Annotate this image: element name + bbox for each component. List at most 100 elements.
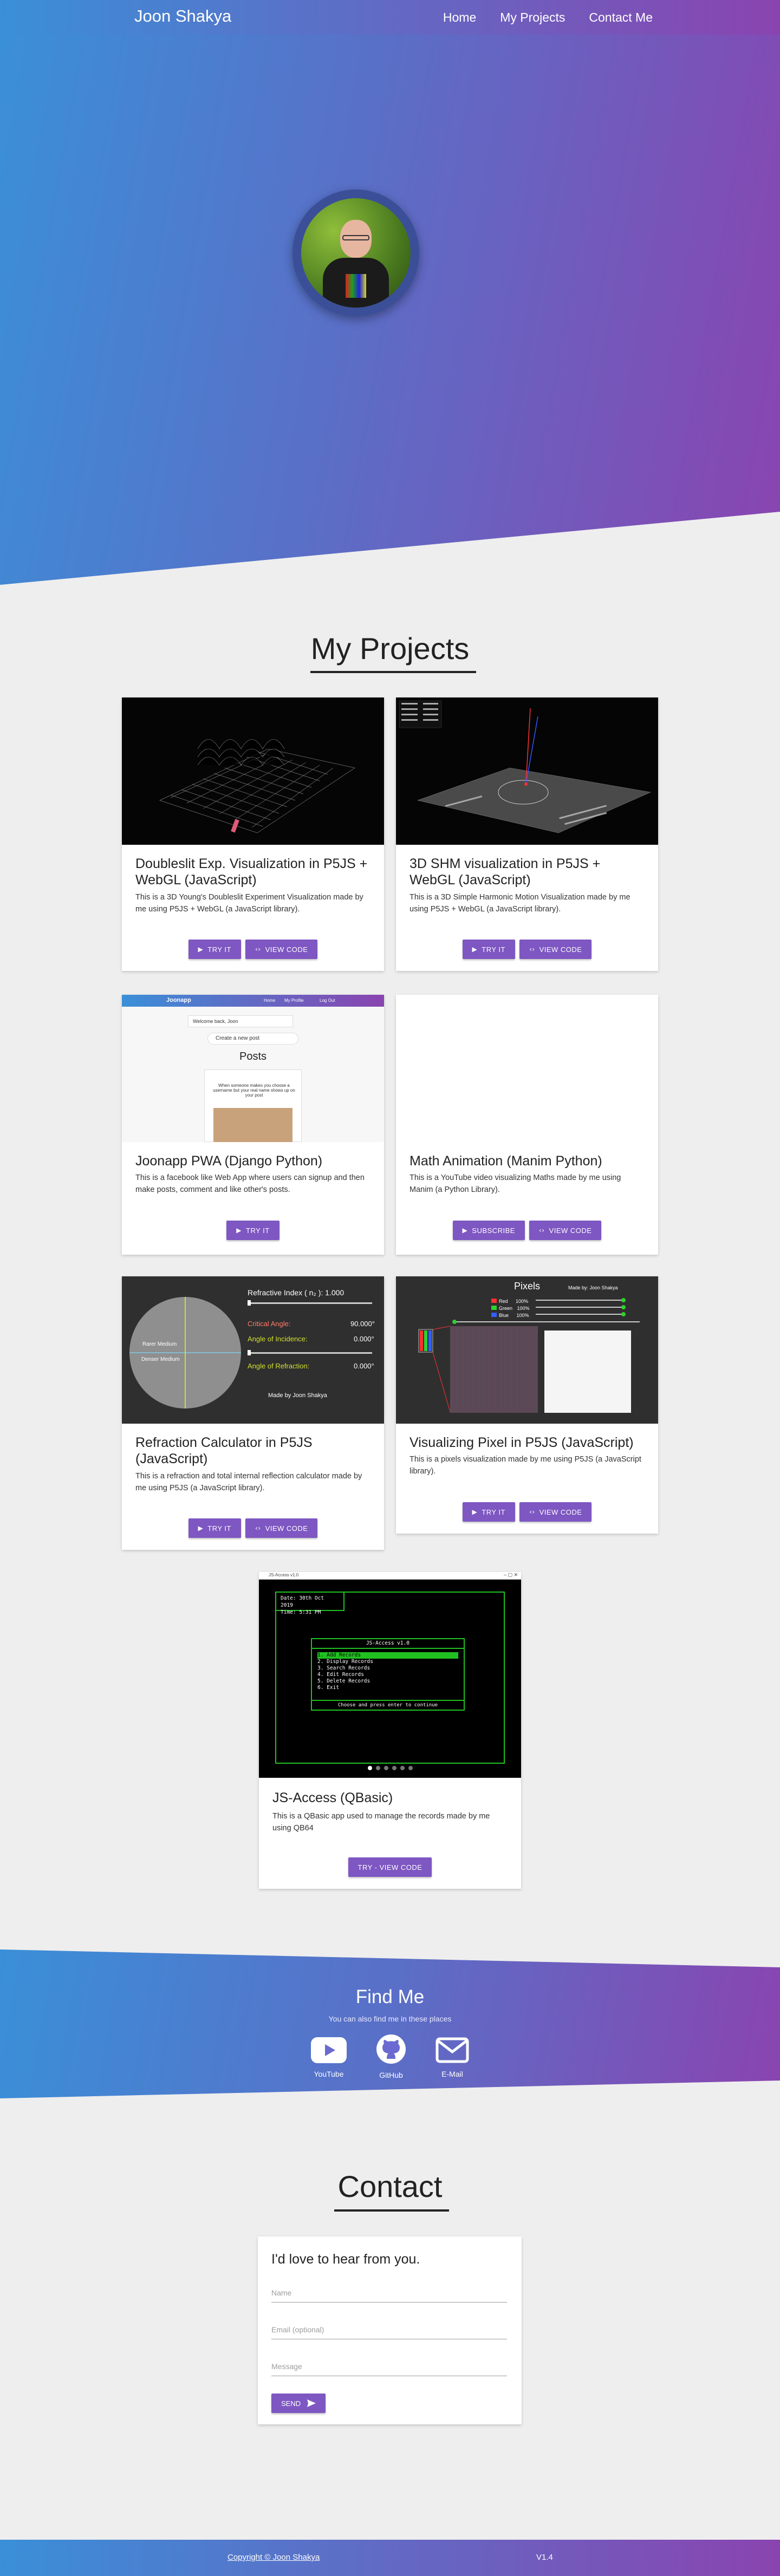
project-description: This is a pixels visualization made by m… xyxy=(410,1455,641,1476)
find-me-subtitle: You can also find me in these places xyxy=(328,2014,452,2023)
project-actions: ▶ SUBSCRIBE ‹› VIEW CODE xyxy=(396,1221,658,1240)
find-me-title: Find Me xyxy=(355,1986,425,2007)
refractive-index-label: Refractive Index ( n₂ ): 1.000 xyxy=(248,1288,344,1297)
hero-banner xyxy=(0,0,780,585)
project-title: 3D SHM visualization in P5JS + WebGL (Ja… xyxy=(410,856,601,888)
project-description: This is a facebook like Web App where us… xyxy=(135,1173,365,1194)
view-code-button[interactable]: ‹› VIEW CODE xyxy=(245,940,318,959)
qb-window-title: JS-Access v1.0 xyxy=(269,1573,299,1577)
joonapp-navbar: Joonapp Home My Profile Log Out xyxy=(122,995,384,1007)
contact-title: Contact xyxy=(337,2169,443,2203)
nav-link-home[interactable]: Home xyxy=(443,10,476,25)
critical-angle-label: Critical Angle: xyxy=(248,1320,291,1328)
refraction-visual xyxy=(129,1297,372,1408)
nav-link-contact-me[interactable]: Contact Me xyxy=(589,10,653,25)
play-icon: ▶ xyxy=(236,1227,242,1234)
carousel-dot[interactable] xyxy=(392,1766,396,1770)
project-card-refraction: Rarer Medium Denser Medium Refractive In… xyxy=(122,1276,384,1550)
brand-logo[interactable]: Joon Shakya xyxy=(134,6,231,26)
project-title: JS-Access (QBasic) xyxy=(272,1790,393,1805)
try-it-button[interactable]: ▶ TRY IT xyxy=(188,940,241,959)
project-image-manim[interactable] xyxy=(396,995,658,1142)
qb-menu-item[interactable]: 3. Search Records xyxy=(317,1665,458,1672)
qb-menu-item[interactable]: 6. Exit xyxy=(317,1685,458,1691)
qb-menu-item[interactable]: 1. Add Records xyxy=(317,1652,458,1659)
joonapp-new-post: Create a new post xyxy=(207,1033,298,1045)
project-title: Visualizing Pixel in P5JS (JavaScript) xyxy=(410,1435,634,1450)
message-field[interactable] xyxy=(271,2357,507,2376)
try-view-code-button[interactable]: TRY - VIEW CODE xyxy=(348,1857,432,1877)
avatar-photo xyxy=(301,198,411,308)
project-description: This is a QBasic app used to manage the … xyxy=(272,1812,490,1832)
try-it-button[interactable]: ▶ TRY IT xyxy=(188,1518,241,1538)
project-image-pixels[interactable]: Pixels Made by: Joon Shakya Red 100% Gre… xyxy=(396,1276,658,1424)
denser-medium-label: Denser Medium xyxy=(141,1357,180,1362)
carousel-dot[interactable] xyxy=(408,1766,413,1770)
social-link-email[interactable]: E-Mail xyxy=(428,2037,477,2078)
view-code-button[interactable]: ‹› VIEW CODE xyxy=(519,1502,592,1522)
project-actions: ▶ TRY IT xyxy=(122,1221,384,1240)
joonapp-post-text: When someone makes you choose a username… xyxy=(213,1083,295,1098)
project-actions: ▶ TRY IT ‹› VIEW CODE xyxy=(122,940,384,959)
contact-form-card: I'd love to hear from you. SEND xyxy=(258,2236,522,2424)
play-icon: ▶ xyxy=(198,945,204,953)
qb-window-controls: – ▢ ✕ xyxy=(503,1572,518,1577)
view-code-button[interactable]: ‹› VIEW CODE xyxy=(519,940,592,959)
project-image-joonapp[interactable]: Joonapp Home My Profile Log Out Welcome … xyxy=(122,995,384,1142)
send-button[interactable]: SEND xyxy=(271,2394,326,2413)
carousel-dot[interactable] xyxy=(384,1766,388,1770)
qb-menu-list: 1. Add Records 2. Display Records 3. Sea… xyxy=(312,1649,464,1694)
project-description: This is a YouTube video visualizing Math… xyxy=(410,1173,621,1194)
joonapp-brand: Joonapp xyxy=(166,997,191,1003)
joonapp-posts-heading: Posts xyxy=(239,1051,267,1062)
carousel-dot[interactable] xyxy=(400,1766,405,1770)
refraction-credit: Made by Joon Shakya xyxy=(268,1392,327,1399)
qb-menu-item[interactable]: 4. Edit Records xyxy=(317,1672,458,1678)
try-it-button[interactable]: ▶ TRY IT xyxy=(226,1221,280,1240)
subscribe-button[interactable]: ▶ SUBSCRIBE xyxy=(452,1221,525,1240)
play-icon: ▶ xyxy=(472,1508,478,1516)
footer: Copyright © Joon Shakya V1.4 xyxy=(0,2540,780,2576)
carousel-dot[interactable] xyxy=(375,1766,380,1770)
code-icon: ‹› xyxy=(255,945,261,953)
project-card-shm: 3D SHM visualization in P5JS + WebGL (Ja… xyxy=(396,697,658,971)
nav-link-my-projects[interactable]: My Projects xyxy=(500,10,565,25)
project-image-shm[interactable] xyxy=(396,697,658,845)
project-description: This is a 3D Simple Harmonic Motion Visu… xyxy=(410,893,630,914)
project-image-js-access[interactable]: JS-Access v1.0 – ▢ ✕ Date: 30th Oct 2019… xyxy=(259,1572,521,1778)
copyright-link[interactable]: Copyright © Joon Shakya xyxy=(227,2553,320,2562)
social-link-github[interactable]: GitHub xyxy=(367,2034,415,2079)
view-code-button[interactable]: ‹› VIEW CODE xyxy=(245,1518,318,1538)
social-link-youtube[interactable]: YouTube xyxy=(304,2037,353,2078)
name-field[interactable] xyxy=(271,2283,507,2303)
qb-menu-item[interactable]: 2. Display Records xyxy=(317,1659,458,1665)
avatar-shirt-print xyxy=(346,274,366,298)
project-title: Joonapp PWA (Django Python) xyxy=(135,1153,323,1169)
code-icon: ‹› xyxy=(529,945,535,953)
pixels-visual xyxy=(418,1298,640,1413)
try-it-button[interactable]: ▶ TRY IT xyxy=(462,1502,515,1522)
version-label: V1.4 xyxy=(536,2553,553,2562)
youtube-icon: ▶ xyxy=(462,1227,468,1234)
code-icon: ‹› xyxy=(529,1508,535,1516)
project-title: Refraction Calculator in P5JS (JavaScrip… xyxy=(135,1435,313,1466)
qb-menu-prompt: Choose and press enter to continue xyxy=(312,1700,464,1710)
project-image-refraction[interactable]: Rarer Medium Denser Medium Refractive In… xyxy=(122,1276,384,1424)
email-field[interactable] xyxy=(271,2320,507,2339)
qb-datetime: Date: 30th Oct 2019 Time: 5:31 PM xyxy=(275,1592,344,1615)
project-actions: TRY - VIEW CODE xyxy=(259,1857,521,1877)
project-image-doubleslit[interactable] xyxy=(122,697,384,845)
view-code-button[interactable]: ‹› VIEW CODE xyxy=(529,1221,602,1240)
projects-title-underline xyxy=(310,671,476,673)
code-icon: ‹› xyxy=(538,1227,545,1234)
carousel-dot[interactable] xyxy=(367,1766,372,1770)
doubleslit-visual xyxy=(159,739,355,833)
try-it-button[interactable]: ▶ TRY IT xyxy=(462,940,515,959)
project-actions: ▶ TRY IT ‹› VIEW CODE xyxy=(122,1518,384,1538)
project-title: Doubleslit Exp. Visualization in P5JS + … xyxy=(135,856,368,888)
avatar-glasses xyxy=(342,235,369,240)
joonapp-post: When someone makes you choose a username… xyxy=(204,1069,302,1142)
qb-menu-item[interactable]: 5. Delete Records xyxy=(317,1678,458,1685)
youtube-icon xyxy=(311,2037,347,2063)
avatar xyxy=(292,190,419,316)
